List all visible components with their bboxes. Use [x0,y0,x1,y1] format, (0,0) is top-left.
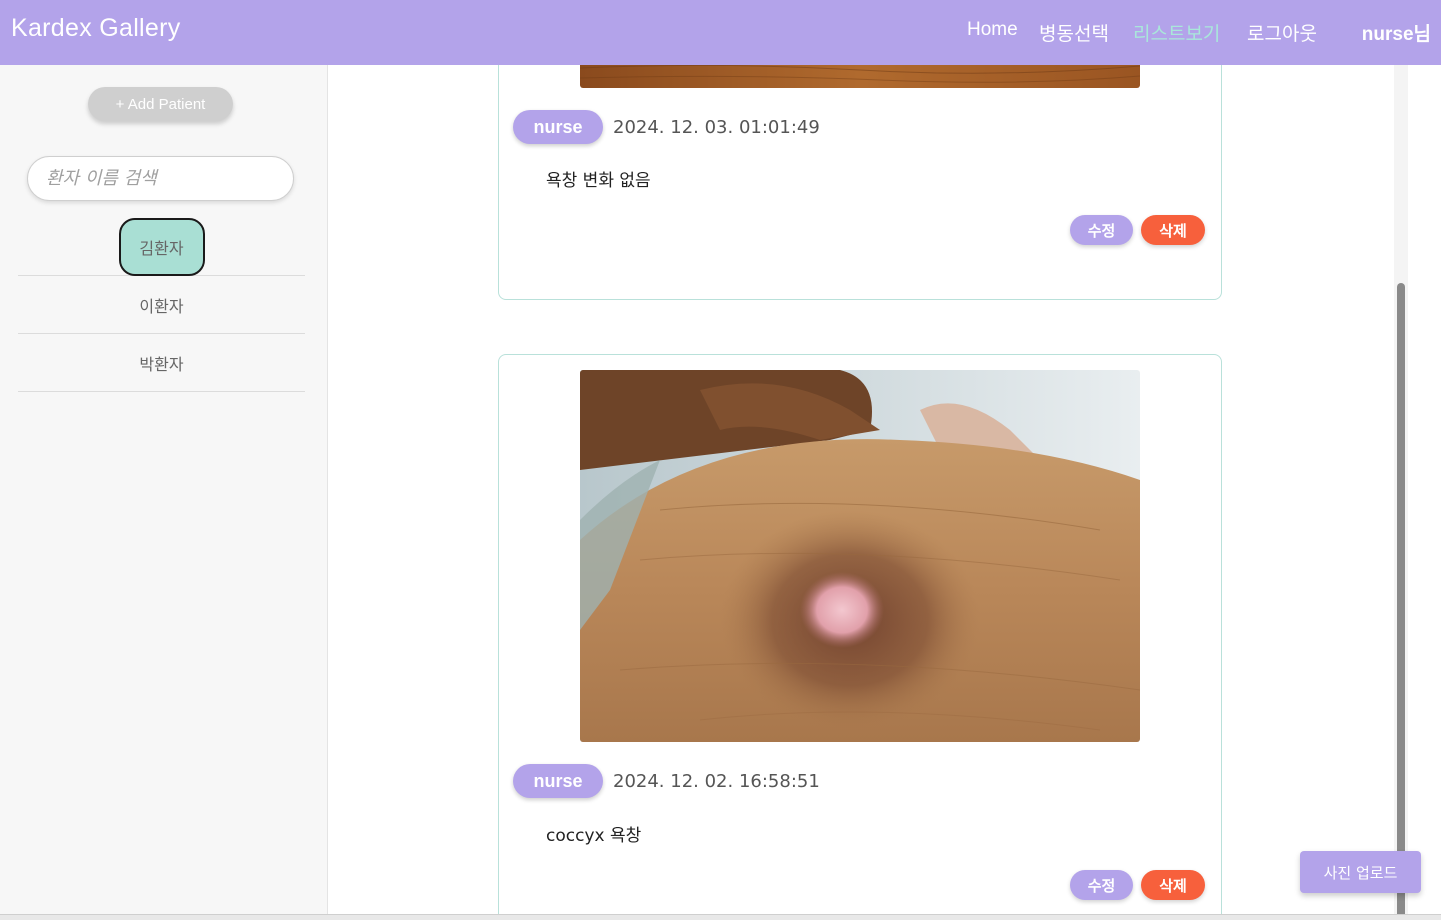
nav-home[interactable]: Home [967,19,1018,41]
brand-title[interactable]: Kardex Gallery [11,14,181,43]
patient-name: 이환자 [139,297,184,316]
window-bottom-edge [0,914,1441,920]
patient-item-selected[interactable]: 김환자 [18,217,305,276]
author-badge: nurse [513,110,603,144]
patient-search-input[interactable] [46,168,276,189]
patient-item[interactable]: 박환자 [18,335,305,392]
author-badge: nurse [513,764,603,798]
patient-sidebar: + Add Patient 김환자 이환자 박환자 [0,65,328,915]
upload-photo-button[interactable]: 사진 업로드 [1300,851,1421,893]
patient-item[interactable]: 이환자 [18,277,305,334]
post-note: coccyx 욕창 [546,826,642,846]
wound-image [580,65,1140,88]
photo-card: nurse 2024. 12. 03. 01:01:49 욕창 변화 없음 수정… [498,65,1222,300]
post-timestamp: 2024. 12. 02. 16:58:51 [613,771,820,792]
gallery-main: nurse 2024. 12. 03. 01:01:49 욕창 변화 없음 수정… [328,65,1398,915]
add-patient-button[interactable]: + Add Patient [88,87,233,121]
scrollbar-thumb[interactable] [1397,283,1405,920]
edit-button[interactable]: 수정 [1070,215,1133,245]
delete-button[interactable]: 삭제 [1141,870,1205,900]
wound-photo[interactable] [580,370,1140,742]
patient-search-box [27,156,294,201]
wound-photo[interactable] [580,65,1140,88]
top-navbar: Kardex Gallery Home 병동선택 리스트보기 로그아웃 nurs… [0,0,1441,65]
delete-button[interactable]: 삭제 [1141,215,1205,245]
user-greeting: nurse님 [1361,24,1431,45]
post-note: 욕창 변화 없음 [546,171,651,191]
post-timestamp: 2024. 12. 03. 01:01:49 [613,117,820,138]
nav-ward-select[interactable]: 병동선택 [1039,19,1109,46]
wound-image [580,370,1140,742]
patient-name: 김환자 [118,217,205,276]
photo-card: nurse 2024. 12. 02. 16:58:51 coccyx 욕창 수… [498,354,1222,915]
nav-list-view[interactable]: 리스트보기 [1133,19,1220,46]
edit-button[interactable]: 수정 [1070,870,1133,900]
patient-name: 박환자 [139,355,184,374]
nav-logout[interactable]: 로그아웃 [1247,19,1317,46]
